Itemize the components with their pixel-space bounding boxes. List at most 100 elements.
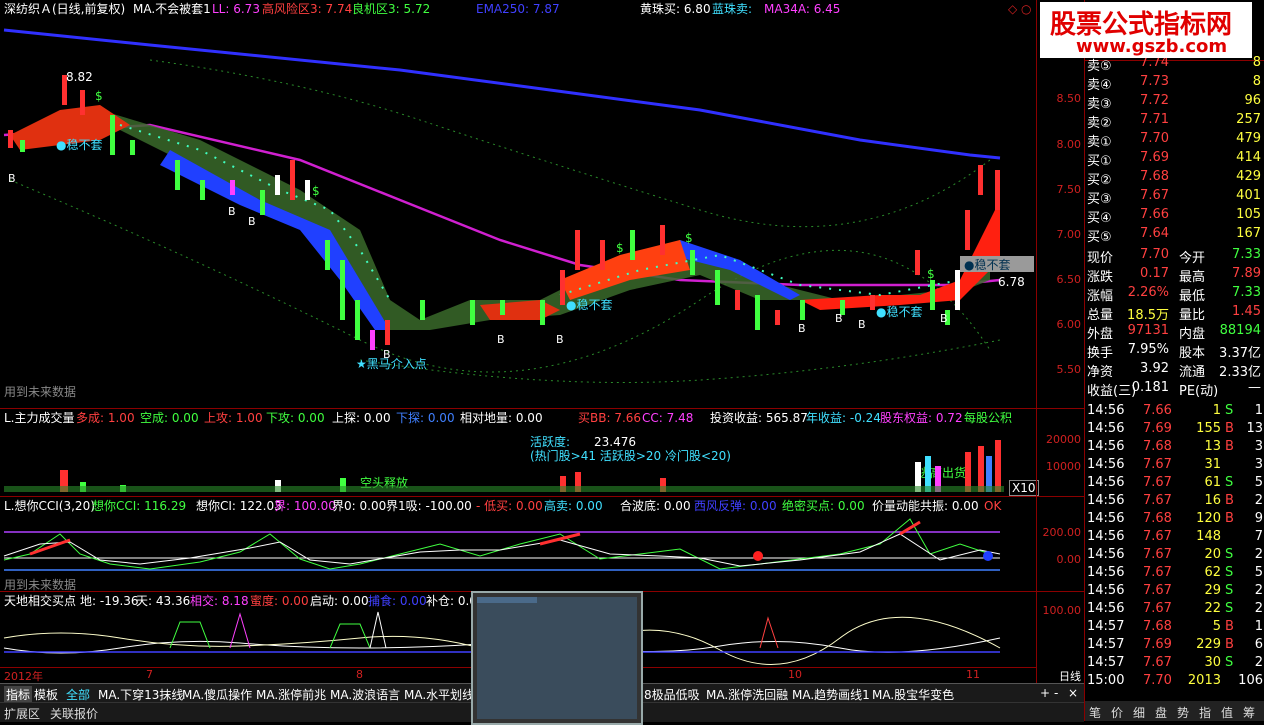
ask-volume: 8 xyxy=(1252,55,1261,70)
yellow-bead-value: 黄珠买: 6.80 xyxy=(640,2,711,16)
quote-row: 14:57 7.67 30 S 2 xyxy=(1085,654,1264,672)
vol-item-4: 下攻: 0.00 xyxy=(266,411,325,425)
tick-time: 14:56 xyxy=(1087,529,1125,544)
quote-row: 现价 7.70 今开 7.33 xyxy=(1085,246,1264,266)
zoom-out-button[interactable]: - xyxy=(1054,686,1058,700)
nav-item[interactable]: 笔 xyxy=(1089,704,1101,721)
period-label[interactable]: 日线 xyxy=(1059,668,1081,684)
stat-label: PE(动) xyxy=(1179,384,1219,399)
quote-row: 15:00 7.70 2013 106 xyxy=(1085,672,1264,690)
stat-value: — xyxy=(1248,380,1261,395)
price-tick: 8.00 xyxy=(1056,138,1082,151)
bid-volume: 429 xyxy=(1236,169,1261,184)
chance-value: 良机区3: 5.72 xyxy=(352,2,431,16)
tick-time: 14:56 xyxy=(1087,457,1125,472)
tdx-item-5: 启动: 0.00 xyxy=(310,594,369,608)
tab-ma1[interactable]: MA.下穿13抹线 xyxy=(98,686,183,703)
bid-label: 买③ xyxy=(1087,192,1112,207)
tab-all[interactable]: 全部 xyxy=(66,686,90,703)
quote-row: 买④ 7.66 105 xyxy=(1085,206,1264,226)
stable-label-4: ●稳不套 xyxy=(964,258,1011,272)
tab-ma9[interactable]: MA.股宝华变色 xyxy=(872,686,954,703)
tick-volume: 5 xyxy=(1212,619,1221,634)
nav-item[interactable]: 指 xyxy=(1199,704,1211,721)
nav-item[interactable]: 细 xyxy=(1133,704,1145,721)
tab-ma4[interactable]: MA.波浪语言 xyxy=(330,686,400,703)
tick-count: 2 xyxy=(1254,583,1263,598)
kline-chart-area[interactable]: BBB BBB BBB B $ $ $ $ $ 深纺织Ａ(日线,前复权) MA.不会被… xyxy=(0,0,1084,683)
nav-item[interactable]: 势 xyxy=(1177,704,1189,721)
stock-title: 深纺织Ａ(日线,前复权) xyxy=(4,2,126,16)
nav-item[interactable]: 筹 xyxy=(1243,704,1255,721)
svg-text:B: B xyxy=(497,333,505,346)
tab-ma2[interactable]: MA.傻瓜操作 xyxy=(182,686,252,703)
nav-item[interactable]: 价 xyxy=(1111,704,1123,721)
stat-value: 7.70 xyxy=(1140,247,1169,262)
quote-row: 卖③ 7.72 96 xyxy=(1085,92,1264,112)
window-icons[interactable]: ◇ ○ xyxy=(1008,2,1032,16)
blue-bead-value: 蓝珠卖: xyxy=(712,2,753,16)
tab-extension[interactable]: 扩展区 xyxy=(4,705,40,722)
tick-time: 14:56 xyxy=(1087,439,1125,454)
tick-price: 7.67 xyxy=(1143,583,1172,598)
quote-row: 14:56 7.67 61 S 5 xyxy=(1085,474,1264,492)
tab-ma8[interactable]: MA.趋势画线1 xyxy=(792,686,870,703)
tick-volume: 20 xyxy=(1204,547,1221,562)
quote-row: 买② 7.68 429 xyxy=(1085,168,1264,188)
chart-header-blue: 蓝珠卖: xyxy=(712,2,752,16)
chart-header-risk: 高风险区3: 7.74 xyxy=(262,2,352,16)
kline-svg[interactable]: BBB BB B BB B B $$$ $$ xyxy=(0,0,1036,683)
vol-item-13: 每股公积 xyxy=(964,411,1013,425)
tick-volume: 2013 xyxy=(1187,673,1221,688)
tab-ma7[interactable]: MA.涨停洗回融 xyxy=(706,686,788,703)
price-tick: 7.50 xyxy=(1056,183,1082,196)
cci-item-3: 界: 100.00 xyxy=(274,499,336,513)
tick-count: 7 xyxy=(1254,529,1263,544)
zoom-in-button[interactable]: + xyxy=(1040,686,1050,700)
tick-count: 1 xyxy=(1254,619,1263,634)
tick-time: 14:56 xyxy=(1087,565,1125,580)
stat-value: 2.26% xyxy=(1127,285,1169,300)
stat-value: 0.17 xyxy=(1140,266,1169,281)
tick-count: 3 xyxy=(1254,439,1263,454)
tab-related-quotes[interactable]: 关联报价 xyxy=(50,705,98,722)
nav-item[interactable]: 盘 xyxy=(1155,704,1167,721)
nav-item[interactable]: 值 xyxy=(1221,704,1233,721)
date-tick: 7 xyxy=(146,668,153,681)
vol-item-12: 股东权益: 0.72 xyxy=(880,411,963,425)
tab-ma3[interactable]: MA.涨停前兆 xyxy=(256,686,326,703)
tick-side: B xyxy=(1225,511,1234,526)
tick-volume: 229 xyxy=(1196,637,1221,652)
bid-price: 7.66 xyxy=(1140,207,1169,222)
stat-value: 3.92 xyxy=(1140,361,1169,376)
tick-price: 7.67 xyxy=(1143,655,1172,670)
bid-volume: 401 xyxy=(1236,188,1261,203)
close-icon[interactable]: × xyxy=(1068,686,1078,700)
quote-row: 卖② 7.71 257 xyxy=(1085,111,1264,131)
svg-text:B: B xyxy=(835,312,843,325)
tick-side: S xyxy=(1225,403,1234,418)
ask-volume: 257 xyxy=(1236,112,1261,127)
cci-title: L.想你CCI(3,20) xyxy=(4,499,95,513)
date-tick: 10 xyxy=(788,668,802,681)
price-tick: 6.00 xyxy=(1056,318,1082,331)
popup-titlebar[interactable] xyxy=(477,597,537,603)
tick-price: 7.67 xyxy=(1143,601,1172,616)
cci-item-5: 界1吸: -100.00 xyxy=(386,499,472,513)
vol-title: L.主力成交量 xyxy=(4,411,75,425)
tab-ma5[interactable]: MA.水平划线 xyxy=(404,686,474,703)
vol-item-1: 多成: 1.00 xyxy=(76,411,135,425)
stat-value: 18.5万 xyxy=(1127,308,1169,323)
popup-window[interactable] xyxy=(471,591,643,725)
tick-volume: 16 xyxy=(1204,493,1221,508)
tab-indicator[interactable]: 指标 xyxy=(4,686,33,703)
tick-time: 14:56 xyxy=(1087,511,1125,526)
svg-text:$: $ xyxy=(616,241,624,255)
tick-side: B xyxy=(1225,421,1234,436)
stat-label: 最低 xyxy=(1179,289,1206,304)
tick-volume: 30 xyxy=(1204,655,1221,670)
tick-price: 7.67 xyxy=(1143,565,1172,580)
tab-ma6[interactable]: 8极品低吸 xyxy=(644,686,700,703)
tab-template[interactable]: 模板 xyxy=(34,686,58,703)
price-tick: 8.50 xyxy=(1056,92,1082,105)
